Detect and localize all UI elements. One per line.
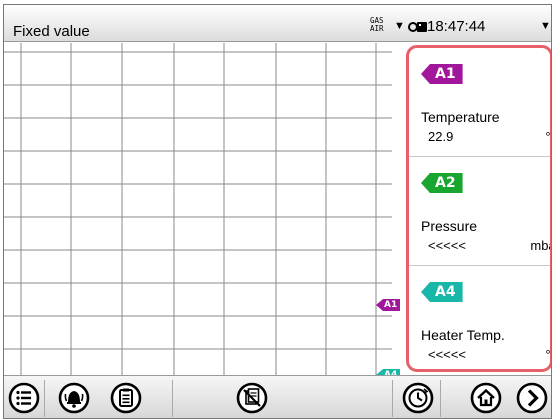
channel-a2[interactable]: A2 Pressure <<<<< mbar [409, 157, 550, 266]
clock-dropdown-caret-icon[interactable]: ▼ [540, 20, 551, 32]
channel-name: Temperature [421, 109, 500, 125]
menu-list-icon[interactable] [8, 382, 40, 414]
user-key-icon[interactable] [408, 20, 428, 34]
clock-time: 18:47:44 [427, 18, 486, 35]
toolbar-divider [440, 380, 441, 417]
next-arrow-icon[interactable] [516, 382, 548, 414]
channel-unit: mbar [530, 238, 550, 253]
grid-lines [4, 43, 392, 375]
clipboard-icon[interactable] [110, 382, 142, 414]
gas-air-indicator[interactable]: GAS AIR [370, 17, 384, 33]
timer-clock-icon[interactable] [402, 382, 434, 414]
chart-grid: A1 A4 [4, 43, 401, 381]
channel-unit: °C [545, 129, 551, 144]
channel-tag-a4: A4 [421, 282, 463, 302]
channel-value: 22.9 [428, 129, 454, 144]
channel-unit: °C [545, 347, 551, 362]
air-label: AIR [370, 24, 384, 33]
home-icon[interactable] [470, 382, 502, 414]
channel-tag-a1: A1 [421, 64, 463, 84]
channel-value: <<<<< [428, 238, 466, 253]
alarm-bell-icon[interactable] [58, 382, 90, 414]
channel-a4[interactable]: A4 Heater Temp. <<<<< °C [409, 266, 551, 369]
page-title: Fixed value [13, 23, 90, 40]
no-documents-icon[interactable] [236, 382, 268, 414]
channel-value: <<<<< [428, 347, 466, 362]
toolbar-divider [172, 380, 173, 417]
bottom-toolbar [4, 375, 551, 418]
toolbar-divider [392, 380, 393, 417]
header-bar: Fixed value GAS AIR ▼ 18:47:44 ▼ [4, 5, 551, 42]
channel-name: Heater Temp. [421, 327, 505, 343]
channel-a1[interactable]: A1 Temperature 22.9 °C [409, 48, 551, 157]
gas-dropdown-caret-icon[interactable]: ▼ [394, 20, 405, 32]
channel-name: Pressure [421, 218, 478, 234]
channel-values-panel[interactable]: A1 Temperature 22.9 °C A2 Pressure <<<<<… [406, 45, 551, 372]
toolbar-divider [44, 380, 45, 417]
controller-screen: Fixed value GAS AIR ▼ 18:47:44 ▼ A1 A4 A… [3, 4, 552, 419]
channel-tag-a2: A2 [421, 173, 463, 193]
